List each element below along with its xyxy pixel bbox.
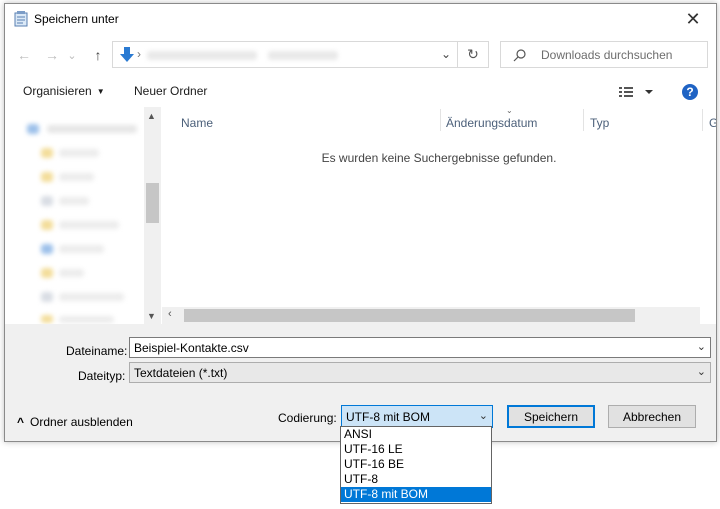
filetype-select[interactable]: Textdateien (*.txt) ⌄ — [129, 362, 711, 383]
navigation-pane-scrollbar[interactable]: ▲ ▼ — [144, 107, 161, 324]
tree-item-redacted[interactable] — [59, 173, 94, 181]
chevron-down-icon: ⌄ — [67, 49, 77, 62]
folder-icon[interactable] — [41, 196, 53, 206]
path-segment-redacted[interactable] — [147, 51, 257, 60]
filename-label: Dateiname: — [66, 344, 128, 358]
scrollbar-corner — [700, 307, 716, 324]
cancel-button[interactable]: Abbrechen — [608, 405, 696, 428]
notepad-icon — [14, 11, 28, 27]
scroll-left-icon[interactable]: ‹ — [168, 308, 172, 320]
organize-button[interactable]: Organisieren ▼ — [23, 84, 105, 98]
path-separator-icon: › — [137, 47, 141, 61]
encoding-dropdown-list: ANSI UTF-16 LE UTF-16 BE UTF-8 UTF-8 mit… — [340, 426, 492, 504]
forward-button[interactable]: → — [41, 44, 63, 66]
empty-results-message: Es wurden keine Suchergebnisse gefunden. — [321, 151, 557, 165]
encoding-option-selected[interactable]: UTF-8 mit BOM — [341, 487, 491, 502]
tree-item-redacted[interactable] — [59, 269, 84, 277]
scrollbar-thumb[interactable] — [146, 183, 159, 223]
tree-item-redacted[interactable] — [59, 197, 89, 205]
help-button[interactable]: ? — [682, 84, 698, 100]
chevron-down-icon[interactable]: ⌄ — [479, 409, 488, 422]
file-list-pane: Name ⌄ Änderungsdatum Typ G Es wurden ke… — [162, 106, 716, 324]
tree-item-redacted[interactable] — [59, 293, 124, 301]
address-dropdown-icon[interactable]: ⌄ — [441, 47, 451, 61]
column-header-name[interactable]: Name — [181, 116, 213, 130]
close-icon: ✕ — [685, 8, 701, 29]
path-segment-redacted[interactable] — [268, 51, 338, 60]
filename-input[interactable]: Beispiel-Kontakte.csv ⌄ — [129, 337, 711, 358]
help-icon: ? — [686, 85, 694, 99]
refresh-icon: ↻ — [467, 46, 479, 62]
scrollbar-thumb[interactable] — [184, 309, 635, 322]
up-arrow-icon: ↑ — [94, 47, 102, 63]
folder-icon[interactable] — [41, 292, 53, 302]
navigation-bar: ← → ⌄ ↑ › ⌄ ↻ Downloads durchsuchen — [5, 40, 716, 72]
column-divider[interactable] — [440, 109, 441, 131]
folder-icon[interactable] — [41, 172, 53, 182]
column-divider[interactable] — [702, 109, 703, 131]
column-header-date[interactable]: Änderungsdatum — [446, 116, 537, 130]
column-header-type[interactable]: Typ — [590, 116, 609, 130]
folder-icon[interactable] — [41, 148, 53, 158]
close-button[interactable]: ✕ — [670, 4, 716, 34]
up-button[interactable]: ↑ — [87, 44, 109, 66]
search-input[interactable]: Downloads durchsuchen — [500, 41, 708, 68]
caret-down-icon: ▼ — [96, 87, 105, 96]
chevron-down-icon[interactable]: ⌄ — [697, 340, 706, 353]
view-options-icon[interactable] — [619, 86, 655, 100]
folder-icon[interactable] — [41, 244, 53, 254]
tree-item-redacted[interactable] — [47, 125, 137, 133]
encoding-label: Codierung: — [278, 411, 337, 425]
tree-item-redacted[interactable] — [59, 149, 99, 157]
organize-label: Organisieren — [23, 84, 92, 98]
refresh-button[interactable]: ↻ — [458, 41, 489, 68]
search-icon — [513, 49, 526, 62]
chevron-up-icon: ^ — [17, 415, 25, 429]
scroll-up-icon[interactable]: ▲ — [147, 111, 156, 121]
new-folder-button[interactable]: Neuer Ordner — [134, 84, 207, 98]
window-title: Speichern unter — [34, 12, 119, 26]
encoding-option[interactable]: UTF-16 BE — [341, 457, 491, 472]
encoding-option[interactable]: UTF-8 — [341, 472, 491, 487]
folder-icon[interactable] — [41, 220, 53, 230]
encoding-option[interactable]: UTF-16 LE — [341, 442, 491, 457]
title-bar: Speichern unter ✕ — [5, 4, 716, 34]
address-bar[interactable]: › ⌄ — [112, 41, 458, 68]
folder-icon[interactable] — [41, 315, 53, 323]
tree-item-redacted[interactable] — [59, 245, 104, 253]
encoding-option[interactable]: ANSI — [341, 427, 491, 442]
downloads-icon — [120, 47, 134, 62]
scroll-down-icon[interactable]: ▼ — [147, 311, 156, 321]
tree-icon[interactable] — [27, 124, 39, 134]
save-as-dialog: Speichern unter ✕ ← → ⌄ ↑ › ⌄ ↻ Download… — [4, 3, 717, 442]
horizontal-scrollbar[interactable]: ‹ — [162, 307, 716, 324]
filetype-label: Dateityp: — [78, 369, 126, 383]
navigation-pane — [5, 107, 161, 324]
save-options-panel: Dateiname: Beispiel-Kontakte.csv ⌄ Datei… — [5, 324, 716, 441]
back-arrow-icon: ← — [17, 47, 31, 63]
forward-arrow-icon: → — [45, 47, 59, 63]
command-bar: Organisieren ▼ Neuer Ordner ? — [5, 80, 716, 106]
hide-folders-label: Ordner ausblenden — [30, 415, 133, 429]
search-placeholder: Downloads durchsuchen — [541, 48, 673, 62]
column-divider[interactable] — [583, 109, 584, 131]
folder-icon[interactable] — [41, 268, 53, 278]
encoding-value: UTF-8 mit BOM — [346, 410, 430, 424]
save-button[interactable]: Speichern — [507, 405, 595, 428]
filetype-value: Textdateien (*.txt) — [134, 366, 228, 380]
column-header-size[interactable]: G — [709, 116, 716, 130]
tree-item-redacted[interactable] — [59, 221, 119, 229]
sort-indicator-icon: ⌄ — [506, 106, 513, 115]
recent-locations-button[interactable]: ⌄ — [65, 44, 79, 66]
tree-item-redacted[interactable] — [59, 316, 114, 323]
chevron-down-icon[interactable]: ⌄ — [697, 365, 706, 378]
encoding-select[interactable]: UTF-8 mit BOM ⌄ — [341, 405, 493, 428]
hide-folders-button[interactable]: ^ Ordner ausblenden — [17, 415, 133, 429]
back-button[interactable]: ← — [13, 44, 35, 66]
filename-value: Beispiel-Kontakte.csv — [134, 341, 249, 355]
